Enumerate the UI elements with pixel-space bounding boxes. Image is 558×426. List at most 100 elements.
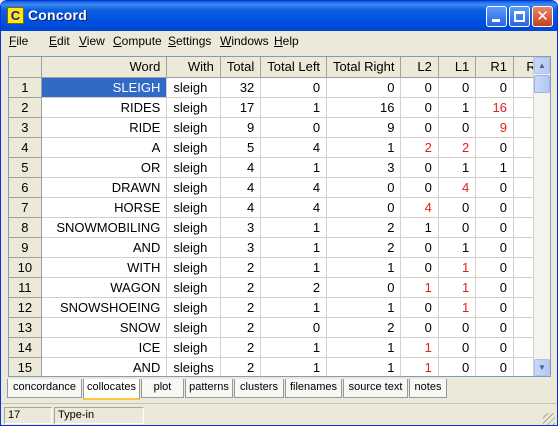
cell-r1[interactable]: 0 [475, 317, 514, 338]
cell-l1[interactable]: 1 [438, 97, 477, 118]
cell-l2[interactable]: 2 [400, 137, 439, 158]
cell-with[interactable]: sleigh [166, 97, 221, 118]
cell-with[interactable]: sleigh [166, 277, 221, 298]
cell-tleft[interactable]: 1 [260, 237, 328, 258]
menu-help[interactable]: Help [274, 34, 299, 48]
cell-l2[interactable]: 0 [400, 97, 439, 118]
cell-with[interactable]: sleigh [166, 137, 221, 158]
cell-l2[interactable]: 1 [400, 277, 439, 298]
tab-notes[interactable]: notes [409, 379, 447, 398]
table-row[interactable]: 6DRAWNsleigh4400400 [9, 177, 550, 198]
cell-l1[interactable]: 0 [438, 357, 477, 376]
cell-total[interactable]: 32 [220, 77, 262, 98]
cell-with[interactable]: sleigh [166, 177, 221, 198]
tab-filenames[interactable]: filenames [285, 379, 342, 398]
cell-r1[interactable]: 0 [475, 77, 514, 98]
menu-settings[interactable]: Settings [168, 34, 211, 48]
row-number[interactable]: 14 [9, 337, 42, 358]
cell-word[interactable]: DRAWN [41, 177, 168, 198]
title-bar[interactable]: C Concord ✕ [1, 1, 557, 31]
scroll-down-button[interactable]: ▼ [534, 359, 550, 376]
cell-l1[interactable]: 0 [438, 317, 477, 338]
cell-word[interactable]: WAGON [41, 277, 168, 298]
table-row[interactable]: 7HORSEsleigh4404000 [9, 197, 550, 218]
cell-with[interactable]: sleigh [166, 237, 221, 258]
table-row[interactable]: 11WAGONsleigh2201100 [9, 277, 550, 298]
row-number[interactable]: 5 [9, 157, 42, 178]
cell-tright[interactable]: 1 [326, 337, 402, 358]
cell-r1[interactable]: 0 [475, 217, 514, 238]
cell-r1[interactable]: 0 [475, 257, 514, 278]
row-number[interactable]: 7 [9, 197, 42, 218]
cell-total[interactable]: 9 [220, 117, 262, 138]
cell-with[interactable]: sleigh [166, 317, 221, 338]
cell-l1[interactable]: 0 [438, 217, 477, 238]
cell-word[interactable]: SLEIGH [41, 77, 168, 98]
cell-r1[interactable]: 9 [475, 117, 514, 138]
menu-windows[interactable]: Windows [220, 34, 269, 48]
cell-with[interactable]: sleigh [166, 257, 221, 278]
minimize-button[interactable] [486, 6, 507, 27]
cell-l2[interactable]: 0 [400, 177, 439, 198]
cell-l2[interactable]: 0 [400, 77, 439, 98]
cell-tright[interactable]: 9 [326, 117, 402, 138]
cell-total[interactable]: 2 [220, 317, 262, 338]
tab-plot[interactable]: plot [141, 379, 184, 398]
row-number[interactable]: 2 [9, 97, 42, 118]
menu-file[interactable]: File [9, 34, 28, 48]
table-row[interactable]: 13SNOWsleigh2020002 [9, 317, 550, 338]
cell-tleft[interactable]: 0 [260, 117, 328, 138]
cell-l1[interactable]: 4 [438, 177, 477, 198]
cell-total[interactable]: 17 [220, 97, 262, 118]
cell-tleft[interactable]: 1 [260, 257, 328, 278]
resize-grip[interactable] [543, 413, 555, 425]
column-header-word[interactable]: Word [41, 57, 168, 78]
tab-clusters[interactable]: clusters [234, 379, 284, 398]
row-number-header[interactable] [9, 57, 42, 78]
cell-with[interactable]: sleigh [166, 197, 221, 218]
table-row[interactable]: 5ORsleigh4130112 [9, 157, 550, 178]
column-header-with[interactable]: With [166, 57, 221, 78]
cell-r1[interactable]: 0 [475, 277, 514, 298]
cell-tright[interactable]: 2 [326, 217, 402, 238]
row-number[interactable]: 3 [9, 117, 42, 138]
cell-total[interactable]: 3 [220, 217, 262, 238]
cell-tright[interactable]: 0 [326, 177, 402, 198]
cell-l2[interactable]: 1 [400, 337, 439, 358]
column-header-total-left[interactable]: Total Left [260, 57, 328, 78]
cell-l1[interactable]: 1 [438, 157, 477, 178]
table-row[interactable]: 1SLEIGHsleigh32000000 [9, 77, 550, 98]
cell-word[interactable]: SNOWMOBILING [41, 217, 168, 238]
row-number[interactable]: 15 [9, 357, 42, 376]
table-row[interactable]: 3RIDEsleigh9090090 [9, 117, 550, 138]
cell-tright[interactable]: 2 [326, 237, 402, 258]
cell-l1[interactable]: 0 [438, 337, 477, 358]
cell-l1[interactable]: 1 [438, 277, 477, 298]
cell-total[interactable]: 4 [220, 177, 262, 198]
cell-tright[interactable]: 2 [326, 317, 402, 338]
cell-word[interactable]: SNOWSHOEING [41, 297, 168, 318]
cell-tright[interactable]: 0 [326, 77, 402, 98]
menu-compute[interactable]: Compute [113, 34, 162, 48]
scroll-thumb[interactable] [534, 75, 550, 93]
cell-total[interactable]: 4 [220, 157, 262, 178]
cell-total[interactable]: 5 [220, 137, 262, 158]
close-button[interactable]: ✕ [532, 6, 553, 27]
tab-patterns[interactable]: patterns [185, 379, 233, 398]
cell-tright[interactable]: 1 [326, 257, 402, 278]
cell-r1[interactable]: 0 [475, 297, 514, 318]
cell-word[interactable]: ICE [41, 337, 168, 358]
cell-word[interactable]: A [41, 137, 168, 158]
cell-tright[interactable]: 1 [326, 357, 402, 376]
cell-with[interactable]: sleigh [166, 117, 221, 138]
cell-r1[interactable]: 0 [475, 137, 514, 158]
cell-r1[interactable]: 0 [475, 177, 514, 198]
cell-with[interactable]: sleigh [166, 297, 221, 318]
cell-l1[interactable]: 1 [438, 297, 477, 318]
cell-word[interactable]: OR [41, 157, 168, 178]
cell-tleft[interactable]: 2 [260, 277, 328, 298]
cell-tleft[interactable]: 1 [260, 337, 328, 358]
cell-tleft[interactable]: 1 [260, 217, 328, 238]
tab-collocates[interactable]: collocates [83, 379, 140, 400]
cell-word[interactable]: HORSE [41, 197, 168, 218]
